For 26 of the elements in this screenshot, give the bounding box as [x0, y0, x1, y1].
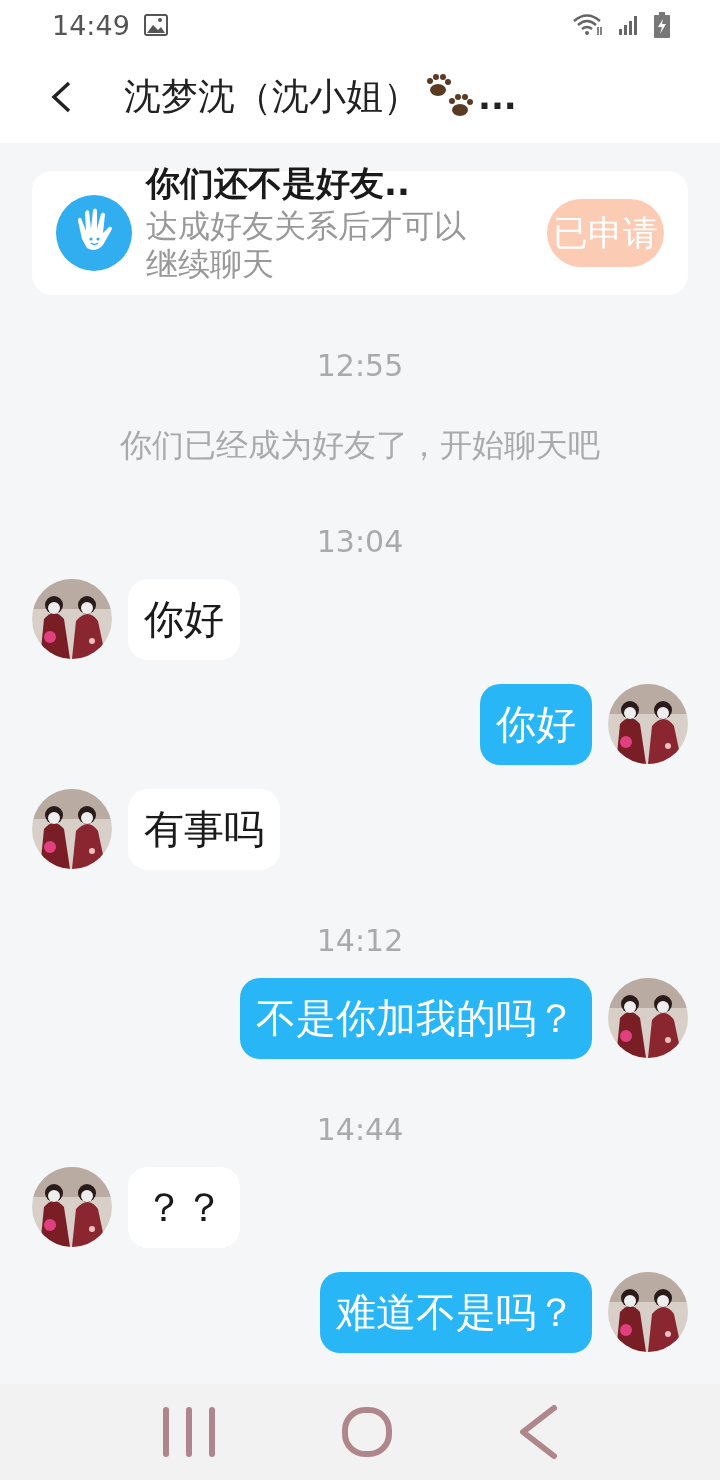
- image-icon: [143, 14, 168, 36]
- timestamp: 14:12: [316, 922, 404, 958]
- message-bubble: 有事吗: [128, 789, 280, 870]
- status-time: 14:49: [52, 9, 130, 41]
- chat-title: 沈梦沈（沈小姐）: [124, 73, 420, 120]
- recents-icon[interactable]: [162, 1406, 217, 1458]
- back-icon[interactable]: [50, 79, 72, 114]
- timestamp: 13:04: [316, 523, 404, 559]
- signal-icon: [618, 14, 640, 36]
- title-ellipsis: ...: [478, 76, 517, 117]
- timestamp: 14:44: [316, 1111, 404, 1147]
- card-title: 你们还不是好友..: [146, 162, 411, 205]
- message-bubble: 你好: [480, 684, 592, 765]
- timestamp: 12:55: [316, 347, 404, 383]
- message-bubble: ？？: [128, 1167, 240, 1248]
- battery-icon: [654, 12, 670, 38]
- back-nav-icon[interactable]: [517, 1404, 558, 1460]
- applied-button[interactable]: 已申请: [547, 199, 664, 267]
- message-bubble: 难道不是吗？: [320, 1272, 592, 1353]
- system-notice: 你们已经成为好友了，开始聊天吧: [120, 425, 600, 466]
- message-bubble: 你好: [128, 579, 240, 660]
- hand-icon: [56, 195, 132, 271]
- message-bubble: 不是你加我的吗？: [240, 978, 592, 1059]
- wifi-icon: [572, 13, 604, 37]
- card-subtitle: 达成好友关系后才可以继续聊天: [146, 207, 467, 283]
- home-icon[interactable]: [341, 1406, 393, 1458]
